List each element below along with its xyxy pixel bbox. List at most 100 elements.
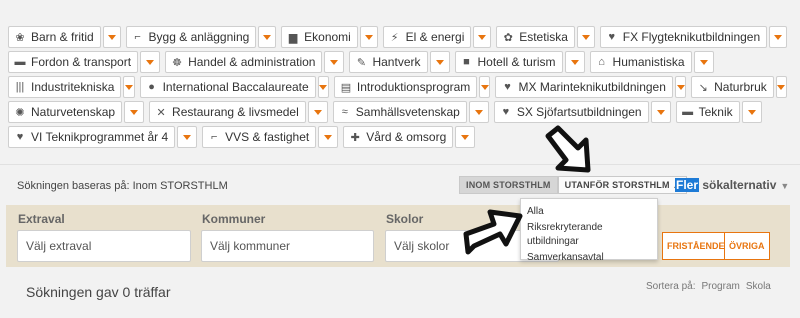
program-tag-dropdown-button[interactable] — [775, 76, 787, 98]
heart-icon: ♥ — [608, 31, 616, 43]
extraval-select[interactable]: Välj extraval — [17, 230, 191, 262]
program-tag-dropdown-button[interactable] — [479, 76, 491, 98]
program-tag-dropdown-button[interactable] — [576, 26, 595, 48]
heart-icon: ♥ — [504, 81, 511, 93]
program-tag-button[interactable]: ▤ Introduktionsprogram — [333, 76, 478, 98]
program-tag-button[interactable]: ▬ Fordon & transport — [8, 51, 139, 73]
ovriga-button[interactable]: ÖVRIGA — [724, 232, 770, 260]
program-tag-dropdown-button[interactable] — [177, 126, 198, 148]
more-search-options-highlight: Fler — [675, 178, 700, 192]
program-tag-dropdown-button[interactable] — [307, 101, 328, 123]
barcode-icon: ||| — [15, 81, 25, 93]
program-tag-dropdown-button[interactable] — [769, 26, 788, 48]
more-search-options-link[interactable]: Fler sökalternativ ▼ — [675, 178, 789, 192]
truck-icon: ▬ — [14, 56, 26, 68]
program-tag-dropdown-button[interactable] — [650, 101, 671, 123]
program-tag-label: Hantverk — [372, 55, 421, 69]
caret-down-icon — [480, 84, 489, 90]
program-tag-dropdown-button[interactable] — [473, 26, 492, 48]
program-tag-label: SX Sjöfartsutbildningen — [516, 105, 642, 119]
program-tag-dropdown-button[interactable] — [674, 76, 687, 98]
program-tag-button[interactable]: ♥ FX Flygteknikutbildningen — [599, 26, 768, 48]
caret-down-icon — [747, 109, 756, 115]
medical-icon: ✚ — [350, 131, 360, 144]
kommuner-select[interactable]: Välj kommuner — [201, 230, 374, 262]
program-tag-dropdown-button[interactable] — [359, 26, 378, 48]
divider — [0, 164, 800, 165]
sort-label: Sortera på: — [646, 281, 696, 292]
caret-down-icon — [364, 34, 373, 40]
program-tag-button[interactable]: ■ Hotell & turism — [454, 51, 563, 73]
friestaende-button[interactable]: FRISTÅENDE — [662, 232, 730, 260]
program-tag-button[interactable]: ⚡ El & energi — [382, 26, 472, 48]
caret-down-icon — [330, 59, 339, 65]
dropdown-option-alla[interactable]: Alla — [521, 204, 657, 220]
program-tag-label: VI Teknikprogrammet år 4 — [31, 130, 169, 144]
program-tag-dropdown-button[interactable] — [317, 76, 329, 98]
sort-skola-link[interactable]: Skola — [746, 281, 771, 292]
program-tag-button[interactable]: ✺ Naturvetenskap — [8, 101, 123, 123]
tools-icon: ✎ — [356, 56, 367, 69]
program-tag-dropdown-button[interactable] — [102, 26, 121, 48]
program-tag-button[interactable]: ▬ Teknik — [675, 101, 740, 123]
book-icon: ▤ — [340, 81, 352, 94]
scope-toggle: INOM STORSTHLM UTANFÖR STORSTHLM▲ — [459, 176, 687, 194]
extraval-label: Extraval — [18, 212, 65, 226]
caret-down-icon — [676, 84, 685, 90]
program-tag-button[interactable]: ♥ VI Teknikprogrammet år 4 — [8, 126, 176, 148]
sort-controls: Sortera på: Program Skola — [646, 281, 777, 292]
program-tag-dropdown-button[interactable] — [429, 51, 450, 73]
program-tag-button[interactable]: ||| Industritekniska — [8, 76, 122, 98]
program-tag-dropdown-button[interactable] — [324, 51, 345, 73]
inside-storsthlm-button[interactable]: INOM STORSTHLM — [459, 176, 558, 194]
program-tag-button[interactable]: ❀ Barn & fritid — [8, 26, 101, 48]
program-tag-dropdown-button[interactable] — [693, 51, 714, 73]
dropdown-option-samverkansavtal[interactable]: Samverkansavtal — [521, 250, 657, 266]
program-tag-label: FX Flygteknikutbildningen — [622, 30, 761, 44]
program-tag-button[interactable]: ✚ Vård & omsorg — [343, 126, 454, 148]
more-search-options-label: sökalternativ — [699, 178, 777, 192]
program-tag-label: Estetiska — [519, 30, 568, 44]
program-tag-button[interactable]: ✿ Estetiska — [496, 26, 575, 48]
program-tag-dropdown-button[interactable] — [564, 51, 585, 73]
program-tag-label: Teknik — [698, 105, 733, 119]
outside-storsthlm-button[interactable]: UTANFÖR STORSTHLM▲ — [557, 176, 687, 194]
tag-row: ||| Industritekniska ● International Baccal… — [8, 76, 792, 98]
tag-row: ▬ Fordon & transport ☸ Handel & administrat… — [8, 51, 792, 73]
program-tag-button[interactable]: ☸ Handel & administration — [165, 51, 323, 73]
wrench-icon: ⌐ — [210, 131, 218, 143]
program-tag-label: MX Marinteknikutbildningen — [518, 80, 666, 94]
program-tag-dropdown-button[interactable] — [468, 101, 489, 123]
program-tag-button[interactable]: ≈ Samhällsvetenskap — [332, 101, 467, 123]
program-tag-button[interactable]: ● International Baccalaureate — [139, 76, 316, 98]
caret-down-icon — [183, 134, 192, 140]
skolor-label: Skolor — [386, 212, 424, 226]
handshake-icon: ☸ — [172, 56, 182, 69]
results-count: Sökningen gav 0 träffar — [26, 284, 171, 300]
child-icon: ❀ — [15, 31, 25, 44]
program-tag-dropdown-button[interactable] — [318, 126, 339, 148]
plug-icon: ⚡ — [390, 31, 399, 44]
program-tag-dropdown-button[interactable] — [258, 26, 277, 48]
program-tag-button[interactable]: ↘ Naturbruk — [691, 76, 774, 98]
caret-down-icon — [130, 109, 139, 115]
caret-down-icon — [474, 109, 483, 115]
program-tag-button[interactable]: ▆ Ekonomi — [281, 26, 358, 48]
program-tag-dropdown-button[interactable] — [124, 101, 145, 123]
program-tag-dropdown-button[interactable] — [123, 76, 135, 98]
program-tag-button[interactable]: ♥ MX Marinteknikutbildningen — [495, 76, 673, 98]
program-tag-button[interactable]: ⌂ Humanistiska — [589, 51, 692, 73]
program-tag-button[interactable]: ✎ Hantverk — [349, 51, 428, 73]
sort-program-link[interactable]: Program — [701, 281, 739, 292]
program-tag-dropdown-button[interactable] — [455, 126, 476, 148]
program-tag-button[interactable]: ♥ SX Sjöfartsutbildningen — [493, 101, 649, 123]
program-tag-button[interactable]: ✕ Restaurang & livsmedel — [149, 101, 306, 123]
caret-down-icon — [656, 109, 665, 115]
program-tag-dropdown-button[interactable] — [741, 101, 762, 123]
caret-down-icon: ▼ — [780, 181, 790, 191]
program-tag-button[interactable]: ⌐ Bygg & anläggning — [125, 26, 257, 48]
program-tag-dropdown-button[interactable] — [140, 51, 161, 73]
dropdown-option-riksrekryterande[interactable]: Riksrekryterande utbildningar — [521, 220, 657, 250]
caret-down-icon — [435, 59, 444, 65]
program-tag-button[interactable]: ⌐ VVS & fastighet — [202, 126, 317, 148]
